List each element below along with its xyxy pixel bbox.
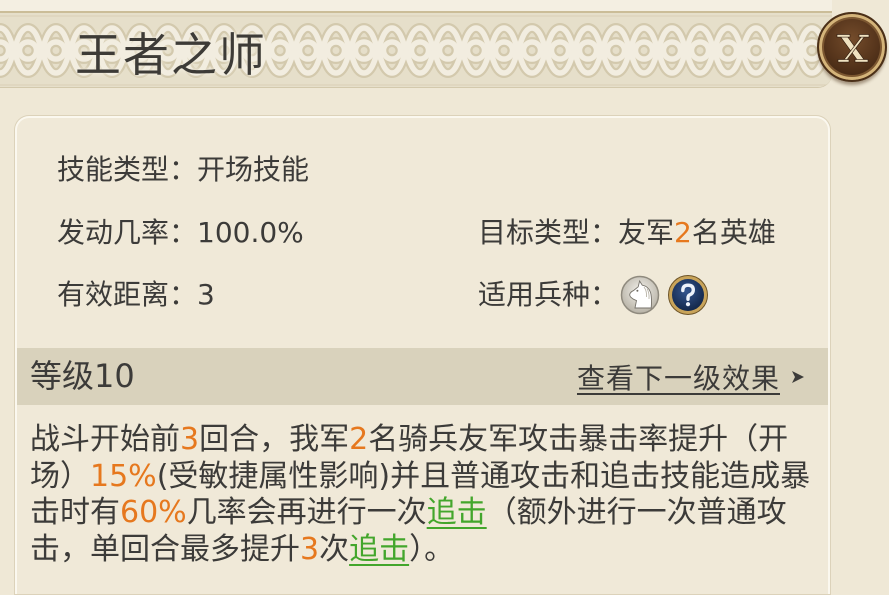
description-text: 名骑兵友军攻击暴击率提升（开 bbox=[368, 422, 789, 457]
trigger-rate-label: 发动几率： bbox=[57, 216, 198, 249]
keyword-link[interactable]: 追击 bbox=[427, 495, 487, 530]
skill-type-label: 技能类型： bbox=[57, 153, 198, 186]
dialog-title: 王者之师 bbox=[75, 28, 267, 82]
description-text: 几率会再进行一次 bbox=[186, 495, 427, 530]
skill-type-row: 技能类型：开场技能 bbox=[57, 152, 309, 188]
effective-range-row: 有效距离：3 bbox=[57, 277, 215, 313]
highlight-value: 3 bbox=[180, 422, 200, 457]
target-type-value-suffix: 名英雄 bbox=[691, 216, 776, 249]
question-mark-icon[interactable] bbox=[667, 274, 709, 316]
level-bar: 等级10 查看下一级效果 bbox=[17, 348, 828, 405]
cavalry-horse-icon[interactable] bbox=[620, 275, 660, 315]
close-icon-serif bbox=[858, 34, 870, 38]
close-icon-serif bbox=[837, 59, 850, 63]
description-text: 击时有 bbox=[30, 495, 120, 530]
arrow-right-icon bbox=[792, 370, 804, 383]
description-text: 次 bbox=[319, 531, 350, 567]
highlight-value: 60% bbox=[120, 495, 187, 530]
effective-range-value: 3 bbox=[197, 278, 215, 311]
horse-eye bbox=[636, 289, 639, 292]
dialog-header: 王者之师 bbox=[0, 13, 832, 88]
question-mark-dot bbox=[685, 302, 691, 307]
description-text: （额外进行一次普通攻 bbox=[486, 495, 787, 530]
description-line: 场）15%(受敏捷属性影响)并且普通攻击和追击技能造成暴 bbox=[30, 459, 810, 496]
description-text: 战斗开始前 bbox=[30, 422, 180, 457]
dialog-top-border bbox=[0, 0, 832, 13]
target-type-value-prefix: 友军 bbox=[618, 216, 675, 249]
description-text: 回合，我军 bbox=[199, 422, 350, 457]
description-text: 击，单回合最多提升 bbox=[30, 531, 300, 567]
description-text: ）。 bbox=[409, 531, 455, 567]
trigger-rate-value: 100.0% bbox=[197, 216, 304, 249]
target-type-row: 目标类型：友军2名英雄 bbox=[478, 215, 776, 251]
close-icon-serif bbox=[854, 59, 869, 63]
description-line: 击时有60%几率会再进行一次追击（额外进行一次普通攻 bbox=[30, 495, 810, 532]
description-line: 战斗开始前3回合，我军2名骑兵友军攻击暴击率提升（开 bbox=[30, 422, 810, 459]
skill-type-value: 开场技能 bbox=[197, 153, 310, 186]
keyword-link[interactable]: 追击 bbox=[349, 532, 409, 567]
applicable-troops-row: 适用兵种： bbox=[478, 273, 709, 317]
highlight-value: 15% bbox=[90, 458, 157, 494]
description-text: 场） bbox=[30, 458, 90, 494]
close-icon-serif bbox=[836, 34, 851, 38]
description-line: 击，单回合最多提升3次追击）。 bbox=[30, 532, 810, 569]
view-next-level-text[interactable]: 查看下一级效果 bbox=[577, 357, 780, 397]
target-count-value: 2 bbox=[674, 216, 692, 249]
close-icon bbox=[836, 34, 870, 63]
arrow-right-shape bbox=[792, 370, 804, 383]
description-text: (受敏捷属性影响)并且普通攻击和追击技能造成暴 bbox=[156, 458, 811, 494]
skill-detail-panel: 技能类型：开场技能 发动几率：100.0% 目标类型：友军2名英雄 有效距离：3… bbox=[15, 116, 830, 594]
trigger-rate-row: 发动几率：100.0% bbox=[57, 215, 304, 251]
skill-level-label: 等级10 bbox=[30, 357, 135, 395]
effective-range-label: 有效距离： bbox=[57, 278, 198, 311]
target-type-label: 目标类型： bbox=[478, 216, 619, 249]
close-button[interactable] bbox=[817, 12, 887, 82]
highlight-value: 3 bbox=[300, 531, 320, 567]
highlight-value: 2 bbox=[349, 422, 369, 457]
skill-description: 战斗开始前3回合，我军2名骑兵友军攻击暴击率提升（开 场）15%(受敏捷属性影响)… bbox=[30, 422, 810, 568]
applicable-troops-label: 适用兵种： bbox=[478, 278, 619, 311]
view-next-level-link[interactable]: 查看下一级效果 bbox=[577, 348, 805, 405]
